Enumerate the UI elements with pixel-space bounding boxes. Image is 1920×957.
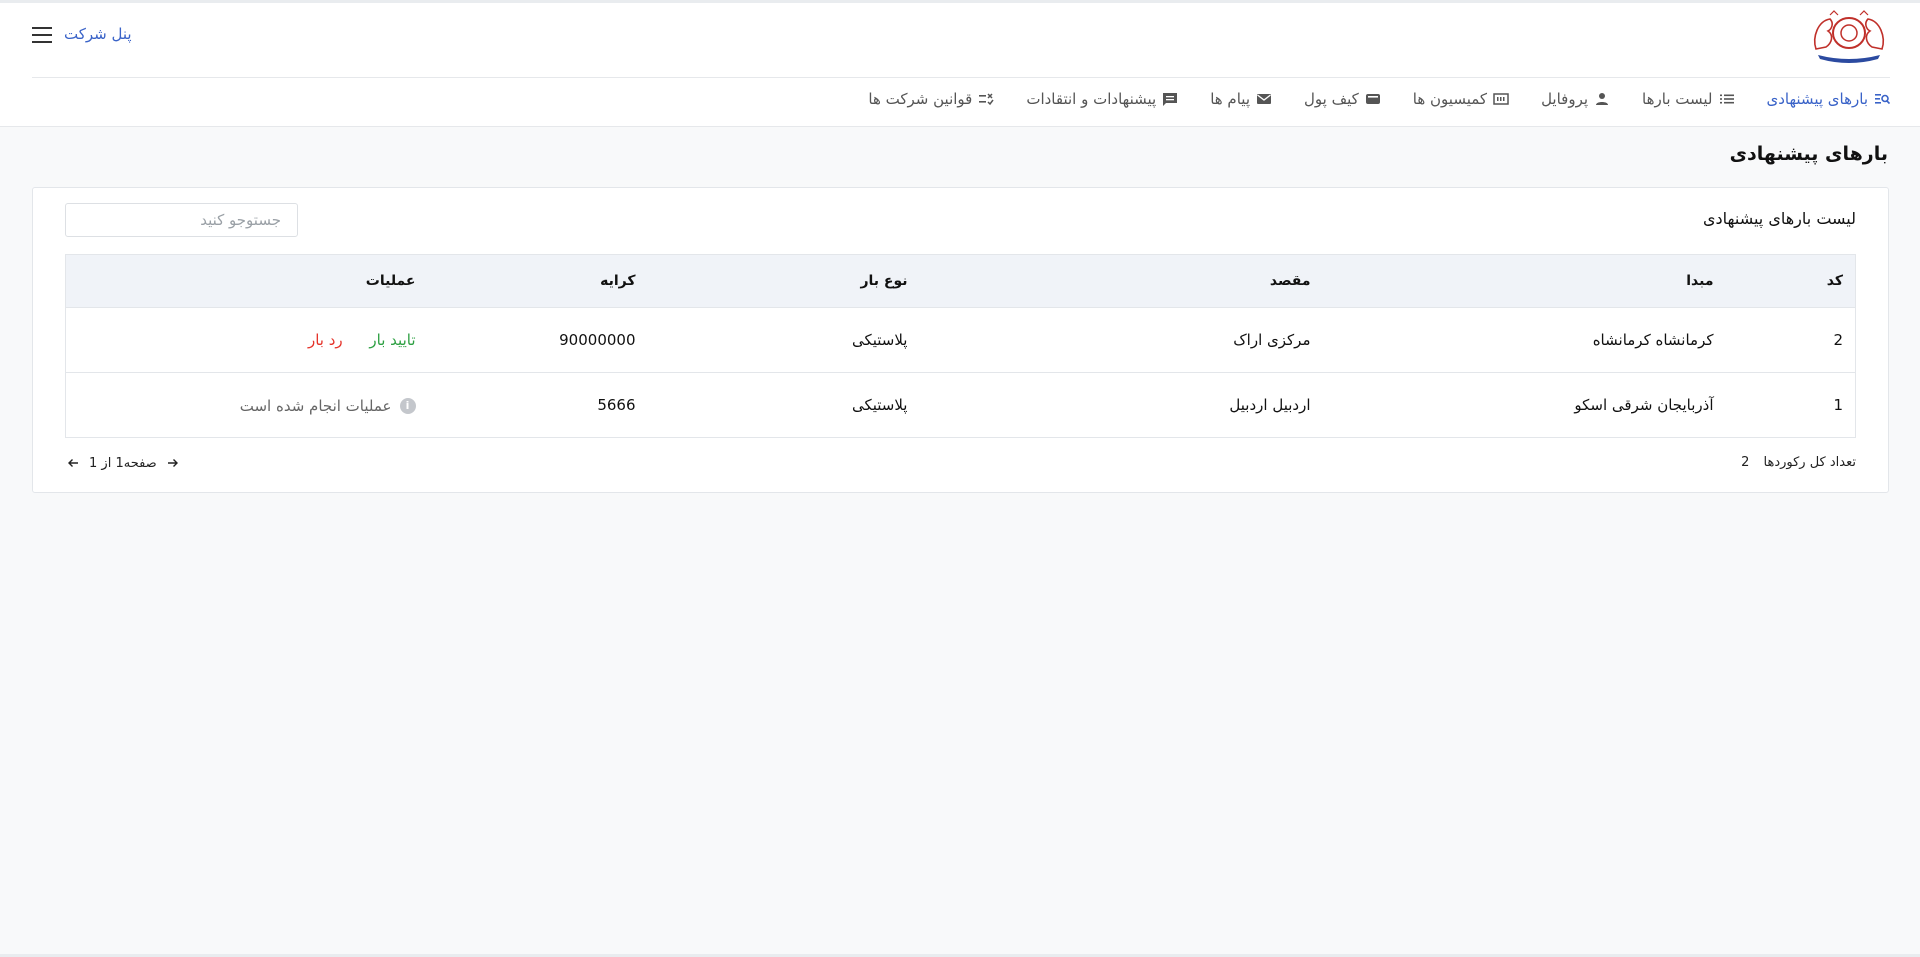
cell-destination: مرکزی اراک (1233, 331, 1311, 349)
nav-item-suggested-loads[interactable]: بارهای پیشنهادی (1766, 90, 1890, 108)
commission-icon (1493, 91, 1509, 107)
loads-table: کد مبدا مقصد نوع بار کرایه عملیات 2 کرما… (65, 254, 1856, 438)
nav-label: پروفایل (1541, 90, 1589, 108)
nav-label: کمیسیون ها (1412, 90, 1488, 108)
header-divider (32, 77, 1890, 78)
nav-label: لیست بارها (1642, 90, 1713, 108)
header-fare: کرایه (600, 273, 636, 289)
person-icon (1594, 91, 1610, 107)
nav-label: بارهای پیشنهادی (1766, 90, 1869, 108)
approve-load-button[interactable]: تایید بار (369, 331, 415, 349)
cell-destination: اردبیل اردبیل (1229, 396, 1311, 414)
wallet-icon (1365, 91, 1381, 107)
header-origin: مبدا (1686, 273, 1714, 289)
list-icon (1719, 91, 1735, 107)
nav-item-wallet[interactable]: کیف پول (1304, 90, 1381, 108)
table-header-row: کد مبدا مقصد نوع بار کرایه عملیات (65, 254, 1856, 308)
search-input[interactable] (65, 203, 298, 237)
total-records: تعداد کل رکوردها 2 (1741, 455, 1856, 470)
nav-label: پیام ها (1210, 90, 1250, 108)
operation-done-label: عملیات انجام شده است (239, 396, 392, 415)
cell-operations: i عملیات انجام شده است (66, 373, 428, 438)
cell-operations: تایید بار رد بار (66, 308, 428, 373)
operation-done-status: i عملیات انجام شده است (240, 397, 416, 415)
info-icon: i (399, 397, 416, 414)
table-row: 2 کرمانشاه کرمانشاه مرکزی اراک پلاستیکی … (65, 307, 1856, 373)
cell-code: 2 (1833, 331, 1843, 349)
cell-origin: کرمانشاه کرمانشاه (1592, 331, 1714, 349)
next-page-arrow-icon[interactable] (165, 455, 181, 471)
company-logo (1814, 10, 1884, 63)
nav-label: پیشنهادات و انتقادات (1026, 90, 1157, 108)
cell-origin: آذربایجان شرقی اسکو (1574, 396, 1714, 414)
menu-toggle-icon[interactable] (32, 27, 54, 45)
panel-title-link[interactable]: پنل شرکت (64, 25, 132, 43)
nav-label: کیف پول (1304, 90, 1359, 108)
reject-load-button[interactable]: رد بار (308, 331, 343, 349)
nav-item-load-list[interactable]: لیست بارها (1642, 90, 1734, 108)
header: پنل شرکت بارهای پیشنهادی لیست بارها پروف… (0, 3, 1920, 127)
pagination: صفحه1 از 1 (65, 453, 181, 473)
nav-item-feedback[interactable]: پیشنهادات و انتقادات (1026, 90, 1178, 108)
comment-icon (1162, 91, 1178, 107)
nav-item-profile[interactable]: پروفایل (1541, 90, 1610, 108)
search-list-icon (1874, 91, 1890, 107)
previous-page-arrow-icon[interactable] (65, 455, 81, 471)
suggested-loads-card: لیست بارهای پیشنهادی کد مبدا مقصد نوع با… (32, 187, 1889, 493)
table-row: 1 آذربایجان شرقی اسکو اردبیل اردبیل پلاس… (65, 372, 1856, 438)
page-title: بارهای پیشنهادی (1729, 143, 1888, 165)
total-records-count: 2 (1741, 455, 1750, 470)
nav-item-commissions[interactable]: کمیسیون ها (1413, 90, 1509, 108)
page-indicator: صفحه1 از 1 (89, 455, 157, 471)
mail-icon (1256, 91, 1272, 107)
header-code: کد (1826, 273, 1843, 289)
cell-fare: 90000000 (559, 331, 636, 349)
cell-fare: 5666 (597, 396, 636, 414)
nav-item-messages[interactable]: پیام ها (1210, 90, 1272, 108)
header-destination: مقصد (1269, 273, 1311, 289)
nav-label: قوانین شرکت ها (868, 90, 973, 108)
total-records-label: تعداد کل رکوردها (1763, 455, 1856, 470)
main-nav: بارهای پیشنهادی لیست بارها پروفایل کمیسی… (836, 87, 1890, 111)
header-load-type: نوع بار (860, 273, 908, 289)
cell-load-type: پلاستیکی (851, 396, 908, 414)
card-title: لیست بارهای پیشنهادی (1702, 209, 1856, 228)
cell-code: 1 (1833, 396, 1843, 414)
rules-checklist-icon (978, 91, 994, 107)
header-operations: عملیات (365, 273, 416, 289)
nav-item-company-rules[interactable]: قوانین شرکت ها (868, 90, 994, 108)
cell-load-type: پلاستیکی (851, 331, 908, 349)
